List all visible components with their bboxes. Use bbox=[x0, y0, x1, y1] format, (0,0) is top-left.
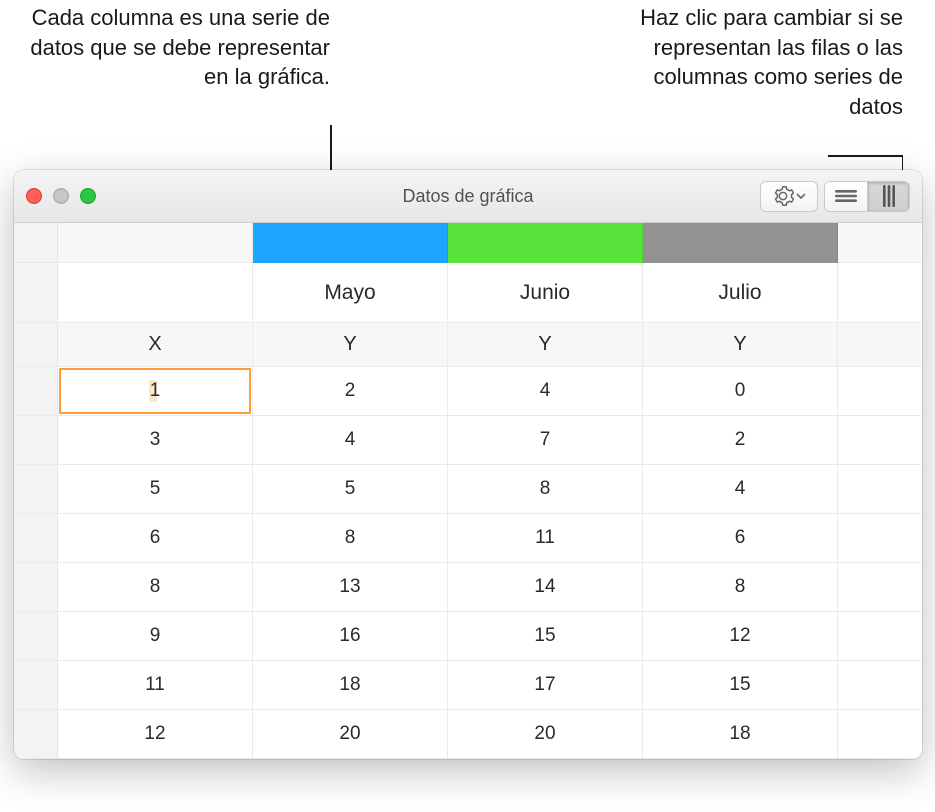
data-cell[interactable]: 8 bbox=[253, 514, 448, 563]
data-cell[interactable]: 12 bbox=[643, 612, 838, 661]
row-gutter bbox=[14, 563, 58, 612]
data-row: 3 4 7 2 bbox=[14, 416, 922, 465]
callout-series-column: Cada columna es una serie de datos que s… bbox=[10, 3, 330, 92]
empty-cell bbox=[838, 465, 921, 514]
data-cell[interactable]: 4 bbox=[448, 367, 643, 416]
empty-cell bbox=[838, 223, 921, 263]
series-name-cell[interactable]: Julio bbox=[643, 263, 838, 323]
row-gutter bbox=[14, 323, 58, 367]
row-gutter bbox=[14, 416, 58, 465]
empty-cell bbox=[838, 263, 921, 323]
data-cell[interactable]: 0 bbox=[643, 367, 838, 416]
y-axis-header: Y bbox=[448, 323, 643, 367]
data-cell[interactable]: 2 bbox=[643, 416, 838, 465]
series-color-swatch[interactable] bbox=[448, 223, 643, 263]
columns-icon bbox=[881, 185, 897, 207]
window-title: Datos de gráfica bbox=[402, 186, 533, 207]
data-cell[interactable]: 15 bbox=[448, 612, 643, 661]
series-name-cell[interactable]: Mayo bbox=[253, 263, 448, 323]
data-cell[interactable]: 8 bbox=[58, 563, 253, 612]
window-titlebar: Datos de gráfica bbox=[14, 170, 922, 223]
data-cell[interactable]: 3 bbox=[58, 416, 253, 465]
data-cell[interactable]: 6 bbox=[58, 514, 253, 563]
gear-icon bbox=[772, 185, 794, 207]
data-cell[interactable]: 11 bbox=[58, 661, 253, 710]
data-row: 12 20 20 18 bbox=[14, 710, 922, 759]
data-cell[interactable]: 18 bbox=[253, 661, 448, 710]
data-row: 9 16 15 12 bbox=[14, 612, 922, 661]
y-axis-header: Y bbox=[253, 323, 448, 367]
plot-rows-button[interactable] bbox=[825, 182, 867, 211]
data-row: 1 2 4 0 bbox=[14, 367, 922, 416]
data-row: 8 13 14 8 bbox=[14, 563, 922, 612]
chevron-down-icon bbox=[796, 191, 806, 201]
x-axis-header: X bbox=[58, 323, 253, 367]
data-cell[interactable]: 5 bbox=[253, 465, 448, 514]
row-gutter bbox=[14, 465, 58, 514]
row-gutter bbox=[14, 710, 58, 759]
empty-cell bbox=[838, 563, 921, 612]
empty-cell bbox=[838, 710, 921, 759]
row-gutter bbox=[14, 612, 58, 661]
data-cell[interactable]: 16 bbox=[253, 612, 448, 661]
series-name-cell[interactable]: Junio bbox=[448, 263, 643, 323]
data-cell[interactable]: 20 bbox=[253, 710, 448, 759]
data-cell[interactable]: 17 bbox=[448, 661, 643, 710]
empty-header-cell bbox=[58, 223, 253, 263]
series-color-row bbox=[14, 223, 922, 263]
empty-header-cell bbox=[58, 263, 253, 323]
data-cell[interactable]: 15 bbox=[643, 661, 838, 710]
data-cell[interactable]: 4 bbox=[643, 465, 838, 514]
close-button[interactable] bbox=[26, 188, 42, 204]
data-cell[interactable]: 14 bbox=[448, 563, 643, 612]
empty-cell bbox=[838, 514, 921, 563]
callout-series-toggle: Haz clic para cambiar si se representan … bbox=[613, 3, 903, 122]
minimize-button[interactable] bbox=[53, 188, 69, 204]
data-row: 11 18 17 15 bbox=[14, 661, 922, 710]
series-name-row: Mayo Junio Julio bbox=[14, 263, 922, 323]
axis-header-row: X Y Y Y bbox=[14, 323, 922, 367]
data-cell[interactable]: 1 bbox=[58, 367, 253, 416]
empty-cell bbox=[838, 323, 921, 367]
data-cell[interactable]: 20 bbox=[448, 710, 643, 759]
settings-button[interactable] bbox=[760, 181, 818, 212]
plot-columns-button[interactable] bbox=[867, 182, 909, 211]
data-cell[interactable]: 7 bbox=[448, 416, 643, 465]
cell-value: 1 bbox=[150, 380, 161, 402]
data-cell[interactable]: 8 bbox=[448, 465, 643, 514]
empty-cell bbox=[838, 661, 921, 710]
zoom-button[interactable] bbox=[80, 188, 96, 204]
row-gutter bbox=[14, 514, 58, 563]
data-sheet: Mayo Junio Julio X Y Y Y 1 2 4 0 bbox=[14, 223, 922, 759]
data-cell[interactable]: 12 bbox=[58, 710, 253, 759]
y-axis-header: Y bbox=[643, 323, 838, 367]
data-cell[interactable]: 6 bbox=[643, 514, 838, 563]
data-cell[interactable]: 4 bbox=[253, 416, 448, 465]
data-cell[interactable]: 11 bbox=[448, 514, 643, 563]
data-cell[interactable]: 5 bbox=[58, 465, 253, 514]
callout-line bbox=[828, 155, 903, 157]
series-color-swatch[interactable] bbox=[253, 223, 448, 263]
data-row: 6 8 11 6 bbox=[14, 514, 922, 563]
series-color-swatch[interactable] bbox=[643, 223, 838, 263]
data-cell[interactable]: 2 bbox=[253, 367, 448, 416]
empty-cell bbox=[838, 416, 921, 465]
traffic-lights bbox=[26, 188, 96, 204]
empty-cell bbox=[838, 612, 921, 661]
data-cell[interactable]: 18 bbox=[643, 710, 838, 759]
rows-icon bbox=[835, 188, 857, 204]
data-cell[interactable]: 13 bbox=[253, 563, 448, 612]
row-gutter bbox=[14, 223, 58, 263]
chart-data-window: Datos de gráfica bbox=[14, 170, 922, 759]
data-cell[interactable]: 9 bbox=[58, 612, 253, 661]
row-gutter bbox=[14, 661, 58, 710]
toolbar-right bbox=[760, 181, 910, 212]
row-gutter bbox=[14, 367, 58, 416]
data-cell[interactable]: 8 bbox=[643, 563, 838, 612]
data-row: 5 5 8 4 bbox=[14, 465, 922, 514]
empty-cell bbox=[838, 367, 921, 416]
series-orientation-toggle bbox=[824, 181, 910, 212]
row-gutter bbox=[14, 263, 58, 323]
